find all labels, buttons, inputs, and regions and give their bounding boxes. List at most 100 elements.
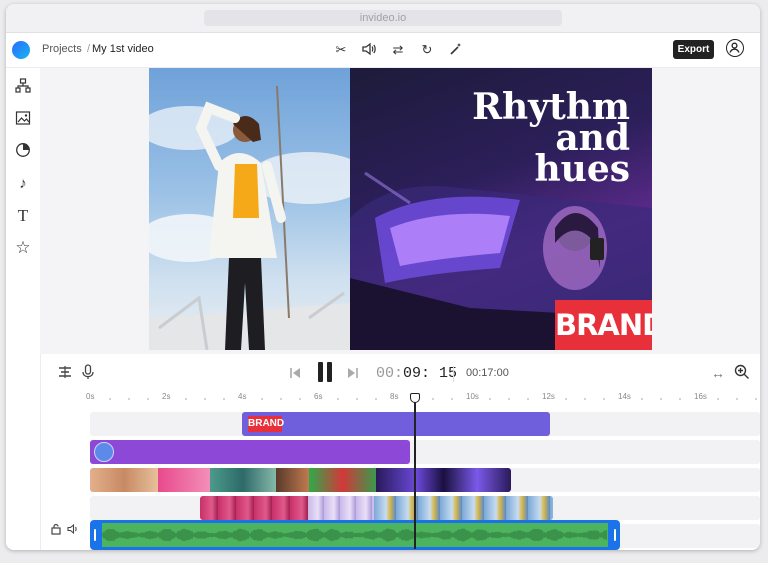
playhead-handle[interactable] [410, 393, 420, 403]
stickers-icon[interactable] [13, 142, 33, 162]
invideo-logo-icon[interactable] [12, 41, 30, 59]
ruler-minor-tick [375, 398, 377, 400]
breadcrumb-separator: / [87, 43, 91, 55]
brand-logo-overlay[interactable]: BRAND [555, 300, 652, 350]
top-toolbar: Projects / My 1st video ✂ ⇄ ↻ Export [6, 33, 760, 68]
ruler-minor-tick [451, 398, 453, 400]
ruler-minor-tick [584, 398, 586, 400]
ruler-tick-label: 16s [694, 392, 707, 401]
ruler-tick-label: 2s [162, 392, 171, 401]
scissors-icon[interactable]: ✂ [332, 41, 350, 59]
ruler-minor-tick [527, 398, 529, 400]
account-icon[interactable] [726, 39, 744, 57]
left-photo [149, 68, 350, 350]
ruler-minor-tick [223, 398, 225, 400]
ruler-minor-tick [755, 398, 757, 400]
text-icon[interactable]: T [13, 206, 33, 226]
video-thumb [210, 468, 277, 492]
ruler-minor-tick [128, 398, 130, 400]
ruler-tick-label: 12s [542, 392, 555, 401]
ruler-tick-label: 14s [618, 392, 631, 401]
ruler-minor-tick [736, 398, 738, 400]
headline-text[interactable]: Rhythm and hues [450, 89, 630, 190]
left-sidebar: ♪ T ☆ [6, 68, 41, 550]
video-thumb [376, 468, 511, 492]
volume-icon[interactable] [360, 41, 378, 59]
video-thumb [90, 468, 159, 492]
sticker-clip[interactable] [90, 440, 410, 464]
timeline-ruler[interactable]: 0s 2s 4s 6s 8s 10s 12s 14s 16s [40, 390, 760, 406]
ruler-minor-tick [679, 398, 681, 400]
rotate-icon[interactable]: ↻ [418, 41, 436, 59]
ruler-minor-tick [489, 398, 491, 400]
pause-button[interactable] [316, 361, 334, 387]
time-divider [453, 366, 454, 382]
microphone-icon[interactable] [81, 364, 95, 384]
ruler-minor-tick [147, 398, 149, 400]
sticker-clip-thumb-icon [94, 442, 114, 462]
media-icon[interactable] [13, 110, 33, 130]
ruler-minor-tick [204, 398, 206, 400]
ruler-minor-tick [717, 398, 719, 400]
skip-back-icon[interactable] [289, 364, 301, 383]
lock-icon[interactable] [50, 523, 62, 538]
video-thumb [309, 468, 377, 492]
brand-clip[interactable]: BRAND [242, 412, 550, 436]
ruler-minor-tick [337, 398, 339, 400]
layouts-icon[interactable] [13, 78, 33, 98]
zoom-in-icon[interactable] [734, 364, 750, 384]
ruler-minor-tick [565, 398, 567, 400]
audio-clip[interactable] [90, 520, 620, 550]
audio-waveform [102, 523, 608, 547]
ruler-minor-tick [280, 398, 282, 400]
brand-clip-label: BRAND [248, 416, 284, 432]
breadcrumb-current: My 1st video [92, 43, 154, 55]
ruler-minor-tick [299, 398, 301, 400]
app-window: invideo.io Projects / My 1st video ✂ ⇄ ↻… [6, 4, 760, 550]
ruler-minor-tick [603, 398, 605, 400]
ruler-minor-tick [432, 398, 434, 400]
skip-forward-icon[interactable] [347, 364, 359, 383]
ruler-tick-label: 0s [86, 392, 95, 401]
video-clip-row-1[interactable] [90, 468, 511, 492]
browser-bar: invideo.io [6, 4, 760, 33]
favorites-icon[interactable]: ☆ [13, 238, 33, 258]
playhead-line[interactable] [414, 397, 416, 549]
video-clip-row-2[interactable] [200, 496, 553, 520]
audio-trim-left-handle[interactable] [94, 529, 96, 541]
audio-trim-right-handle[interactable] [614, 529, 616, 541]
ruler-minor-tick [641, 398, 643, 400]
ruler-minor-tick [356, 398, 358, 400]
woman-in-white-jacket-image [149, 85, 350, 350]
preview-canvas[interactable]: Rhythm and hues BRAND [40, 68, 760, 354]
ruler-tick-label: 6s [314, 392, 323, 401]
video-thumb [308, 496, 375, 520]
headline-line-3: hues [534, 148, 630, 190]
ruler-minor-tick [185, 398, 187, 400]
total-duration: 00:17:00 [466, 367, 509, 379]
breadcrumb-projects[interactable]: Projects [42, 43, 82, 55]
video-thumb [374, 496, 553, 520]
right-photo: Rhythm and hues BRAND [350, 68, 652, 350]
ruler-minor-tick [660, 398, 662, 400]
video-thumb [276, 468, 310, 492]
align-icon[interactable] [57, 364, 73, 384]
ruler-tick-label: 4s [238, 392, 247, 401]
current-time: 00:09: 15 [376, 365, 457, 382]
music-icon[interactable]: ♪ [13, 174, 33, 194]
magic-wand-icon[interactable] [447, 41, 465, 59]
ruler-tick-label: 8s [390, 392, 399, 401]
waveform-path [102, 528, 607, 542]
current-time-prefix: 00: [376, 365, 404, 382]
ruler-tick-label: 10s [466, 392, 479, 401]
audio-volume-icon[interactable] [67, 523, 79, 538]
address-bar[interactable]: invideo.io [204, 10, 562, 26]
current-time-main: 09: 15 [403, 365, 458, 382]
ruler-minor-tick [508, 398, 510, 400]
export-button[interactable]: Export [673, 40, 714, 59]
ruler-minor-tick [109, 398, 111, 400]
playback-controls: 00:09: 15 00:17:00 ↔ [40, 358, 760, 388]
fit-width-icon[interactable]: ↔ [711, 364, 725, 382]
timeline-tracks: BRAND [40, 408, 760, 550]
swap-icon[interactable]: ⇄ [389, 41, 407, 59]
